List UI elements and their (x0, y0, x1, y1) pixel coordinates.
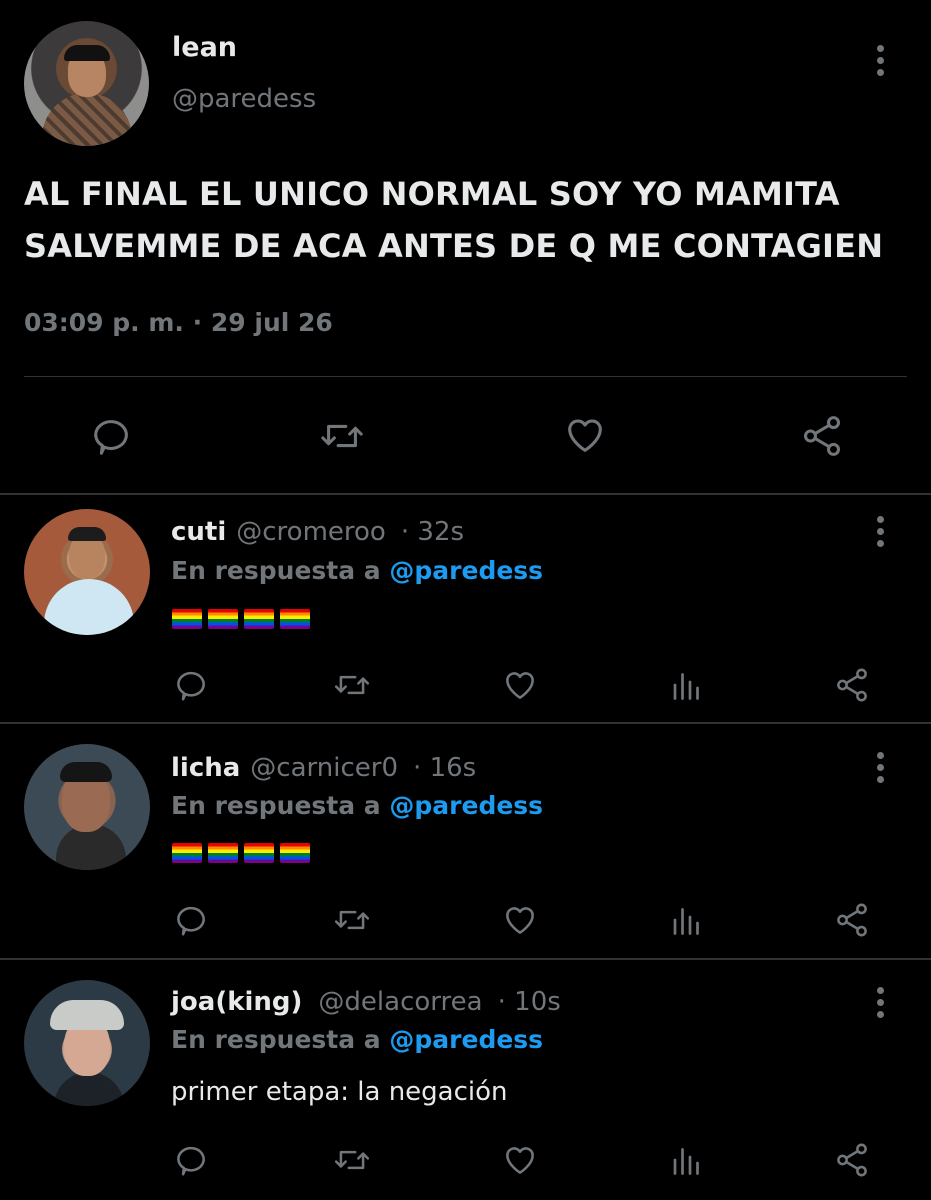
more-options-icon[interactable] (876, 516, 884, 547)
reply-mention-link[interactable]: @paredess (389, 556, 543, 585)
reply-author-line[interactable]: cuti @cromeroo · 32s (171, 517, 464, 547)
tweet-time: 03:09 p. m. (24, 308, 184, 337)
main-tweet-text-line1: AL FINAL EL UNICO NORMAL SOY YO MAMITA (24, 175, 840, 213)
rainbow-flag-emoji (172, 609, 202, 629)
reply-author-line[interactable]: joa(king) @delacorrea · 10s (171, 987, 561, 1017)
share-icon[interactable] (832, 666, 872, 704)
reply-author-name[interactable]: joa(king) (171, 987, 302, 1017)
more-options-icon[interactable] (876, 752, 884, 783)
rainbow-flag-emoji (244, 609, 274, 629)
views-icon[interactable] (669, 666, 705, 704)
section-divider (0, 958, 931, 960)
reply-icon[interactable] (172, 666, 210, 704)
reply-author-handle[interactable]: @delacorrea (318, 987, 482, 1017)
reply-context: En respuesta a @paredess (171, 791, 543, 820)
rainbow-flag-emoji (208, 843, 238, 863)
rainbow-flag-emoji (244, 843, 274, 863)
views-icon[interactable] (669, 901, 705, 939)
like-icon[interactable] (561, 412, 609, 458)
reply-context-prefix: En respuesta a (171, 791, 381, 820)
retweet-icon[interactable] (332, 901, 372, 939)
views-icon[interactable] (669, 1141, 705, 1179)
reply-icon[interactable] (172, 1141, 210, 1179)
main-tweet-text: AL FINAL EL UNICO NORMAL SOY YO MAMITA S… (24, 168, 914, 272)
reply-context-prefix: En respuesta a (171, 556, 381, 585)
main-author-avatar[interactable] (24, 21, 149, 146)
reply-context: En respuesta a @paredess (171, 556, 543, 585)
reply-time: · 10s (497, 987, 561, 1017)
section-divider (0, 722, 931, 724)
reply-time: · 16s (413, 753, 477, 783)
reply-author-handle[interactable]: @carnicer0 (250, 753, 398, 783)
reply-icon[interactable] (172, 901, 210, 939)
more-options-icon[interactable] (876, 987, 884, 1018)
like-icon[interactable] (500, 666, 540, 704)
reply-time: · 32s (400, 517, 465, 547)
reply-context: En respuesta a @paredess (171, 1025, 543, 1054)
share-icon[interactable] (832, 1141, 872, 1179)
more-options-icon[interactable] (876, 45, 884, 76)
main-author-handle[interactable]: @paredess (172, 84, 316, 114)
share-icon[interactable] (832, 901, 872, 939)
reply-author-line[interactable]: licha @carnicer0 · 16s (171, 753, 476, 783)
rainbow-flag-emoji (208, 609, 238, 629)
retweet-icon[interactable] (318, 413, 366, 459)
main-tweet-text-line2: SALVEMME DE ACA ANTES DE Q ME CONTAGIEN (24, 227, 884, 265)
reply-context-prefix: En respuesta a (171, 1025, 381, 1054)
reply-icon[interactable] (88, 413, 134, 459)
retweet-icon[interactable] (332, 1141, 372, 1179)
reply-author-avatar[interactable] (24, 980, 150, 1106)
reply-author-name[interactable]: licha (171, 753, 240, 783)
reply-author-avatar[interactable] (24, 744, 150, 870)
reply-mention-link[interactable]: @paredess (389, 791, 543, 820)
reply-author-handle[interactable]: @cromeroo (236, 517, 386, 547)
share-icon[interactable] (798, 413, 846, 459)
rainbow-flag-emoji (280, 843, 310, 863)
like-icon[interactable] (500, 1141, 540, 1179)
main-tweet-timestamp[interactable]: 03:09 p. m. · 29 jul 26 (24, 308, 333, 337)
meta-separator: · (192, 308, 203, 337)
reply-text: primer etapa: la negación (171, 1077, 508, 1107)
main-author-name[interactable]: lean (172, 32, 237, 63)
divider (24, 376, 907, 377)
reply-author-avatar[interactable] (24, 509, 150, 635)
like-icon[interactable] (500, 901, 540, 939)
retweet-icon[interactable] (332, 666, 372, 704)
reply-mention-link[interactable]: @paredess (389, 1025, 543, 1054)
tweet-date: 29 jul 26 (210, 308, 333, 337)
reply-author-name[interactable]: cuti (171, 517, 226, 547)
reply-flags (172, 843, 310, 863)
section-divider (0, 493, 931, 495)
rainbow-flag-emoji (172, 843, 202, 863)
tweet-thread-screen: lean @paredess AL FINAL EL UNICO NORMAL … (0, 0, 931, 1200)
reply-flags (172, 609, 310, 629)
rainbow-flag-emoji (280, 609, 310, 629)
